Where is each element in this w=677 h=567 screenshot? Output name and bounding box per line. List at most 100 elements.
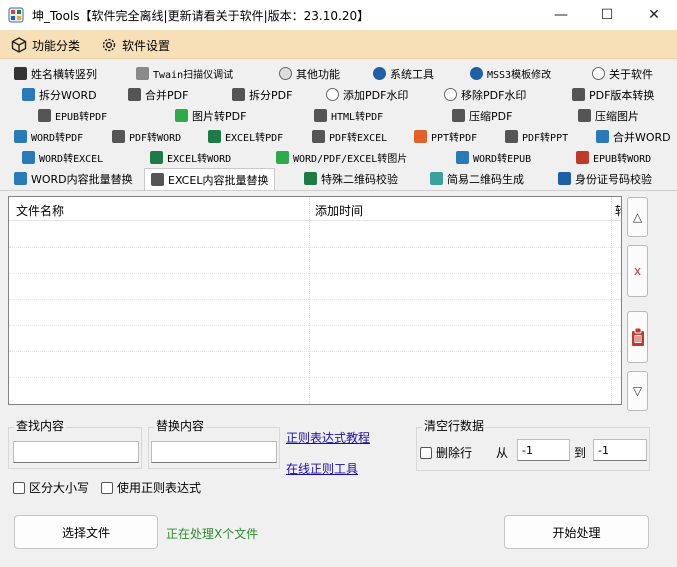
tab-pdf-to-excel[interactable]: PDF转EXCEL	[312, 126, 387, 147]
word-icon	[596, 130, 609, 143]
replace-input[interactable]	[151, 441, 277, 463]
tab-pdf-to-ppt[interactable]: PDF转PPT	[505, 126, 568, 147]
menu-label: 功能分类	[32, 38, 81, 53]
clipboard-icon	[631, 327, 644, 346]
find-input[interactable]	[13, 441, 139, 463]
remove-file-button[interactable]: x	[627, 245, 648, 297]
tab-word-to-excel[interactable]: WORD转EXCEL	[22, 147, 103, 168]
pdf-icon	[314, 109, 327, 122]
file-list[interactable]: 文件名称 添加时间 转	[8, 196, 622, 405]
pdf-icon	[312, 130, 325, 143]
tab-row: WORD转PDF PDF转WORD EXCEL转PDF PDF转EXCEL PP…	[0, 126, 677, 147]
word-icon	[14, 130, 27, 143]
tab-pdf-version-convert[interactable]: PDF版本转换	[572, 84, 654, 105]
tab-row: 拆分WORD 合并PDF 拆分PDF 添加PDF水印 移除PDF水印 PDF版本…	[0, 84, 677, 105]
tab-epub-to-word[interactable]: EPUB转WORD	[576, 147, 651, 168]
excel-batch-replace-panel: 文件名称 添加时间 转 △ x ▽ 查找内容 替换内容 正则表达式教程 在线正则…	[0, 190, 677, 567]
tab-twain-scanner[interactable]: Twain扫描仪调试	[136, 63, 233, 84]
compress-icon	[452, 109, 465, 122]
function-tabs: 姓名横转竖列 Twain扫描仪调试 其他功能 系统工具 MSS3模板修改 关于软…	[0, 60, 677, 190]
row-gridline	[9, 273, 621, 274]
column-convert[interactable]: 转	[615, 202, 621, 219]
tab-office-to-image[interactable]: WORD/PDF/EXCEL转图片	[276, 147, 407, 168]
tab-split-word[interactable]: 拆分WORD	[22, 84, 97, 105]
tab-pdf-to-word[interactable]: PDF转WORD	[112, 126, 181, 147]
maximize-button[interactable]: ☐	[584, 0, 630, 30]
tab-system-tools[interactable]: 系统工具	[373, 63, 434, 84]
cube-icon	[11, 37, 27, 53]
tab-excel-batch-replace[interactable]: EXCEL内容批量替换	[144, 168, 276, 190]
checkbox-box[interactable]	[420, 446, 432, 459]
ppt-icon	[414, 130, 427, 143]
word-icon	[22, 151, 35, 164]
tab-row: WORD转EXCEL EXCEL转WORD WORD/PDF/EXCEL转图片 …	[0, 147, 677, 168]
pdf-icon	[38, 109, 51, 122]
clear-list-button[interactable]	[627, 311, 648, 363]
tab-name-horizontal-to-vertical[interactable]: 姓名横转竖列	[14, 63, 97, 84]
more-icon	[279, 67, 292, 80]
minimize-button[interactable]: —	[538, 0, 584, 30]
tab-word-to-epub[interactable]: WORD转EPUB	[456, 147, 531, 168]
tab-id-number-check[interactable]: 身份证号码校验	[558, 168, 652, 189]
move-up-button[interactable]: △	[627, 197, 648, 237]
tab-mss3-template[interactable]: MSS3模板修改	[470, 63, 551, 84]
online-regex-tool-link[interactable]: 在线正则工具	[286, 460, 358, 477]
tab-add-pdf-watermark[interactable]: 添加PDF水印	[326, 84, 408, 105]
tab-word-to-pdf[interactable]: WORD转PDF	[14, 126, 83, 147]
regex-tutorial-link[interactable]: 正则表达式教程	[286, 429, 370, 446]
row-gridline	[9, 299, 621, 300]
tab-ppt-to-pdf[interactable]: PPT转PDF	[414, 126, 477, 147]
start-processing-button[interactable]: 开始处理	[504, 515, 649, 549]
pdf-icon	[572, 88, 585, 101]
tab-compress-image[interactable]: 压缩图片	[578, 105, 639, 126]
move-down-button[interactable]: ▽	[627, 371, 648, 411]
checkbox-box[interactable]	[13, 481, 25, 494]
close-button[interactable]: ✕	[631, 0, 677, 30]
tab-word-batch-replace[interactable]: WORD内容批量替换	[14, 168, 133, 189]
gear-icon	[373, 67, 386, 80]
column-added-time[interactable]: 添加时间	[315, 202, 363, 219]
tab-epub-to-pdf[interactable]: EPUB转PDF	[38, 105, 107, 126]
column-divider	[309, 197, 310, 404]
case-sensitive-checkbox[interactable]: 区分大小写	[13, 479, 89, 496]
select-file-button[interactable]: 选择文件	[14, 515, 158, 549]
menu-function-category[interactable]: 功能分类	[10, 34, 80, 56]
tab-split-pdf[interactable]: 拆分PDF	[232, 84, 292, 105]
tab-remove-pdf-watermark[interactable]: 移除PDF水印	[444, 84, 526, 105]
watermark-remove-icon	[444, 88, 457, 101]
window-title: 坤_Tools【软件完全离线|更新请看关于软件|版本：23.10.20】	[32, 9, 370, 23]
to-label: 到	[574, 446, 587, 460]
row-gridline	[9, 325, 621, 326]
column-file-name[interactable]: 文件名称	[16, 202, 64, 219]
qrcode-check-icon	[304, 172, 317, 185]
file-list-header: 文件名称 添加时间 转	[9, 197, 621, 221]
tab-excel-to-word[interactable]: EXCEL转WORD	[150, 147, 231, 168]
delete-rows-checkbox[interactable]: 删除行	[420, 444, 472, 461]
use-regex-checkbox[interactable]: 使用正则表达式	[101, 479, 201, 496]
info-icon	[592, 67, 605, 80]
word-icon	[14, 172, 27, 185]
tab-merge-word[interactable]: 合并WORD	[596, 126, 671, 147]
tab-merge-pdf[interactable]: 合并PDF	[128, 84, 188, 105]
pdf-icon	[232, 88, 245, 101]
tab-other-functions[interactable]: 其他功能	[279, 63, 340, 84]
menu-bar: 功能分类 软件设置	[0, 30, 677, 59]
excel-icon	[151, 173, 164, 186]
gear-icon	[102, 38, 116, 52]
tab-special-qrcode-check[interactable]: 特殊二维码校验	[304, 168, 398, 189]
tab-compress-pdf[interactable]: 压缩PDF	[452, 105, 512, 126]
tab-html-to-pdf[interactable]: HTML转PDF	[314, 105, 383, 126]
to-input[interactable]: -1	[593, 439, 647, 461]
row-gridline	[9, 247, 621, 248]
epub-icon	[576, 151, 589, 164]
tab-image-to-pdf[interactable]: 图片转PDF	[175, 105, 246, 126]
pdf-icon	[128, 88, 141, 101]
checkbox-box[interactable]	[101, 481, 113, 494]
tab-about[interactable]: 关于软件	[592, 63, 653, 84]
tab-simple-qrcode-generate[interactable]: 简易二维码生成	[430, 168, 524, 189]
menu-software-settings[interactable]: 软件设置	[100, 34, 170, 56]
word-icon	[456, 151, 469, 164]
tab-excel-to-pdf[interactable]: EXCEL转PDF	[208, 126, 283, 147]
qrcode-icon	[430, 172, 443, 185]
from-input[interactable]: -1	[517, 439, 570, 461]
